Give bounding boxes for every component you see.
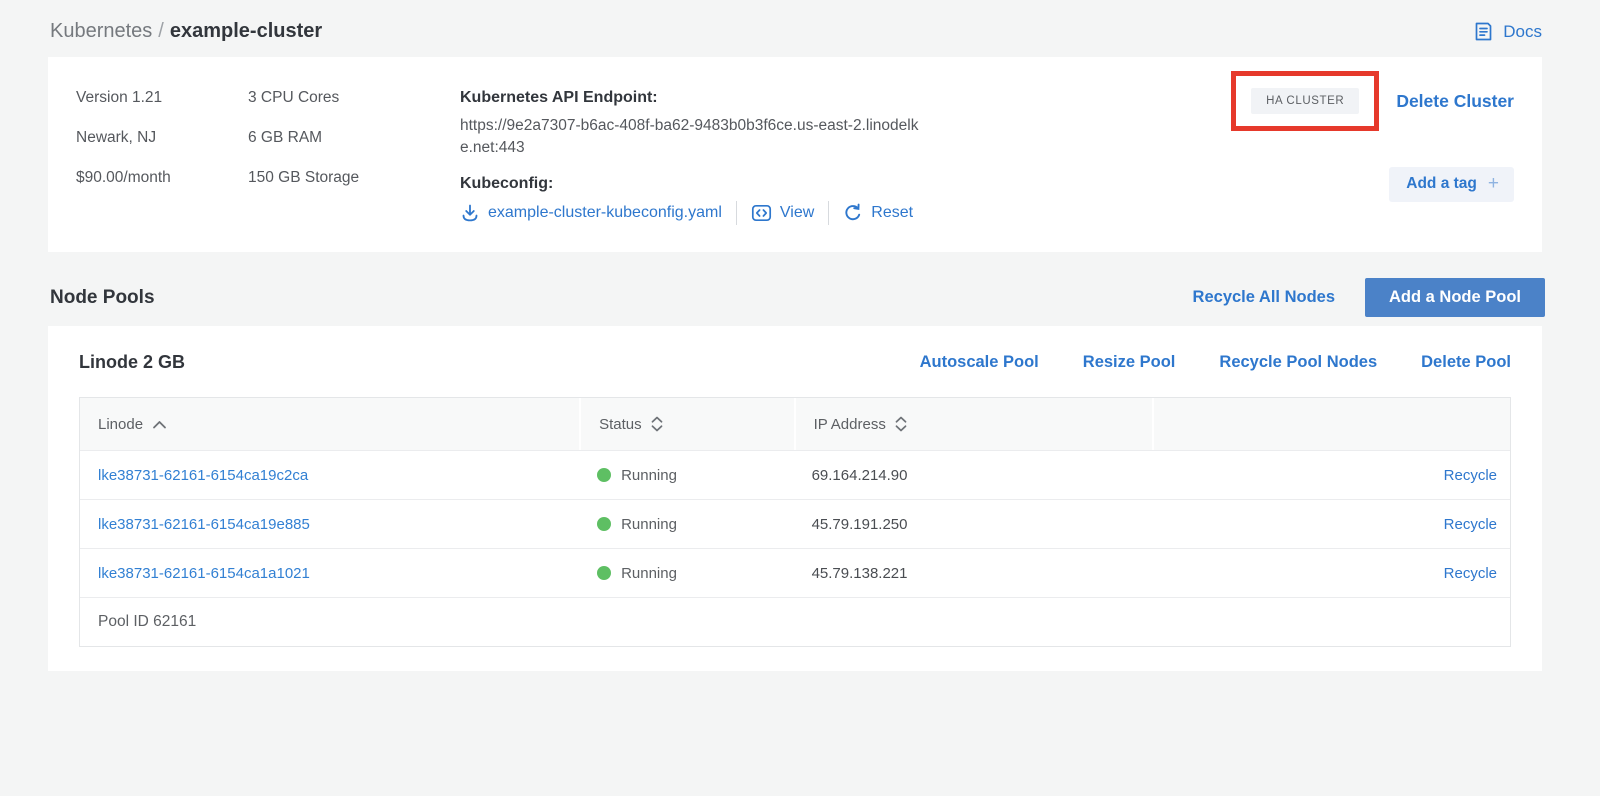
add-tag-label: Add a tag	[1406, 175, 1477, 193]
recycle-pool-nodes-button[interactable]: Recycle Pool Nodes	[1219, 353, 1377, 372]
node-action-cell: Recycle	[1152, 467, 1510, 484]
column-header-status[interactable]: Status	[579, 398, 794, 450]
specs-column-1: Version 1.21 Newark, NJ $90.00/month	[76, 89, 248, 226]
reset-label: Reset	[871, 204, 913, 222]
pool-header: Linode 2 GB Autoscale Pool Resize Pool R…	[79, 352, 1511, 373]
recycle-all-nodes-button[interactable]: Recycle All Nodes	[1193, 288, 1335, 307]
table-header-row: Linode Status IP Address	[80, 398, 1510, 450]
reset-kubeconfig-link[interactable]: Reset	[843, 203, 913, 223]
status-label: Running	[621, 467, 677, 484]
sort-asc-icon	[152, 420, 167, 429]
table-row: lke38731-62161-6154ca19c2ca Running 69.1…	[80, 450, 1510, 499]
node-link[interactable]: lke38731-62161-6154ca19c2ca	[98, 467, 308, 484]
spec-version: Version 1.21	[76, 89, 248, 107]
node-ip-cell: 69.164.214.90	[794, 467, 1153, 484]
column-header-ip-label: IP Address	[814, 416, 886, 433]
pool-id-label: Pool ID 62161	[80, 613, 196, 631]
status-running-dot	[597, 468, 611, 482]
spec-ram: 6 GB RAM	[248, 129, 460, 147]
reset-icon	[843, 203, 863, 223]
status-running-dot	[597, 566, 611, 580]
node-status-cell: Running	[579, 516, 794, 533]
docs-label: Docs	[1503, 22, 1542, 42]
api-endpoint-url: https://9e2a7307-b6ac-408f-ba62-9483b0b3…	[460, 115, 930, 159]
topbar: Kubernetes / example-cluster Docs	[0, 0, 1600, 43]
nodes-table: Linode Status IP Address	[79, 397, 1511, 647]
delete-cluster-button[interactable]: Delete Cluster	[1396, 91, 1514, 112]
node-pools-bar: Node Pools Recycle All Nodes Add a Node …	[50, 278, 1545, 317]
column-header-actions	[1152, 398, 1510, 450]
resize-pool-button[interactable]: Resize Pool	[1083, 353, 1176, 372]
api-endpoint-label: Kubernetes API Endpoint:	[460, 89, 930, 107]
page-title: example-cluster	[170, 20, 322, 42]
node-name-cell: lke38731-62161-6154ca1a1021	[80, 565, 579, 582]
divider	[828, 201, 829, 225]
node-link[interactable]: lke38731-62161-6154ca1a1021	[98, 565, 310, 582]
docs-link[interactable]: Docs	[1473, 21, 1542, 42]
recycle-node-button[interactable]: Recycle	[1444, 516, 1497, 533]
node-name-cell: lke38731-62161-6154ca19c2ca	[80, 467, 579, 484]
delete-pool-button[interactable]: Delete Pool	[1421, 353, 1511, 372]
status-label: Running	[621, 565, 677, 582]
code-view-icon	[751, 203, 772, 223]
node-pools-actions: Recycle All Nodes Add a Node Pool	[1193, 278, 1545, 317]
plus-icon: +	[1488, 177, 1499, 191]
ha-cluster-badge: HA CLUSTER	[1251, 88, 1359, 114]
docs-icon	[1473, 21, 1494, 42]
sort-both-icon	[895, 416, 907, 432]
spec-region: Newark, NJ	[76, 129, 248, 147]
breadcrumb-section[interactable]: Kubernetes	[50, 20, 152, 42]
view-kubeconfig-link[interactable]: View	[751, 203, 814, 223]
column-header-linode-label: Linode	[98, 416, 143, 433]
cluster-summary-card: Version 1.21 Newark, NJ $90.00/month 3 C…	[48, 57, 1542, 252]
node-pool-card: Linode 2 GB Autoscale Pool Resize Pool R…	[48, 326, 1542, 671]
breadcrumb: Kubernetes / example-cluster	[50, 20, 322, 43]
specs-column-2: 3 CPU Cores 6 GB RAM 150 GB Storage	[248, 89, 460, 226]
node-pools-title: Node Pools	[50, 287, 155, 309]
download-icon	[460, 203, 480, 223]
node-ip-cell: 45.79.191.250	[794, 516, 1153, 533]
node-action-cell: Recycle	[1152, 516, 1510, 533]
column-header-linode[interactable]: Linode	[80, 398, 579, 450]
view-label: View	[780, 204, 814, 222]
kubeconfig-file-name: example-cluster-kubeconfig.yaml	[488, 204, 722, 222]
table-row: lke38731-62161-6154ca1a1021 Running 45.7…	[80, 548, 1510, 597]
kubeconfig-label: Kubeconfig:	[460, 175, 930, 193]
summary-right-column: HA CLUSTER Delete Cluster Add a tag +	[1231, 89, 1514, 226]
endpoint-section: Kubernetes API Endpoint: https://9e2a730…	[460, 89, 930, 226]
add-node-pool-button[interactable]: Add a Node Pool	[1365, 278, 1545, 317]
node-name-cell: lke38731-62161-6154ca19e885	[80, 516, 579, 533]
column-header-ip[interactable]: IP Address	[794, 398, 1153, 450]
kubeconfig-row: example-cluster-kubeconfig.yaml View	[460, 201, 930, 225]
ha-highlight-annotation: HA CLUSTER	[1231, 71, 1379, 131]
node-ip-cell: 45.79.138.221	[794, 565, 1153, 582]
pool-actions: Autoscale Pool Resize Pool Recycle Pool …	[920, 353, 1511, 372]
breadcrumb-separator: /	[158, 20, 164, 42]
kubeconfig-download-link[interactable]: example-cluster-kubeconfig.yaml	[460, 203, 722, 223]
add-tag-button[interactable]: Add a tag +	[1389, 167, 1514, 202]
table-footer-row: Pool ID 62161	[80, 597, 1510, 646]
recycle-node-button[interactable]: Recycle	[1444, 467, 1497, 484]
node-status-cell: Running	[579, 565, 794, 582]
node-action-cell: Recycle	[1152, 565, 1510, 582]
recycle-node-button[interactable]: Recycle	[1444, 565, 1497, 582]
column-header-status-label: Status	[599, 416, 642, 433]
spec-cpu: 3 CPU Cores	[248, 89, 460, 107]
autoscale-pool-button[interactable]: Autoscale Pool	[920, 353, 1039, 372]
status-label: Running	[621, 516, 677, 533]
table-row: lke38731-62161-6154ca19e885 Running 45.7…	[80, 499, 1510, 548]
pool-title: Linode 2 GB	[79, 352, 185, 373]
sort-both-icon	[651, 416, 663, 432]
node-link[interactable]: lke38731-62161-6154ca19e885	[98, 516, 310, 533]
divider	[736, 201, 737, 225]
spec-storage: 150 GB Storage	[248, 169, 460, 187]
ha-row: HA CLUSTER Delete Cluster	[1231, 71, 1514, 131]
status-running-dot	[597, 517, 611, 531]
spec-price: $90.00/month	[76, 169, 248, 187]
node-status-cell: Running	[579, 467, 794, 484]
